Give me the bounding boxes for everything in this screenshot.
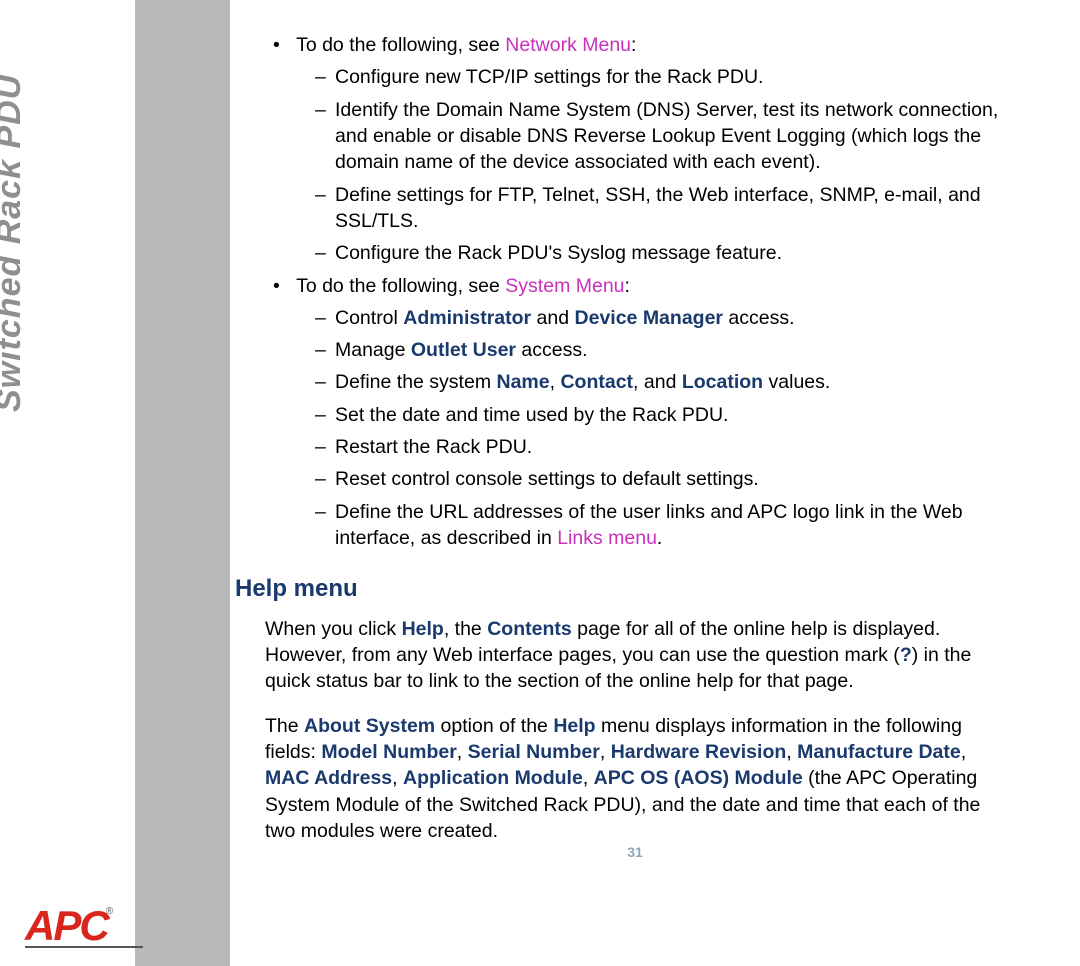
text: access. [723,307,795,329]
text: , and [633,371,682,393]
apc-logo-text: APC [25,902,108,949]
text: Identify the Domain Name System (DNS) Se… [335,99,998,174]
text: Define settings for FTP, Telnet, SSH, th… [335,184,981,232]
list-item: Set the date and time used by the Rack P… [265,402,1005,428]
text: Define the system [335,371,496,393]
apc-logo: APC® [25,902,143,948]
links-menu-link[interactable]: Links menu [557,527,657,549]
bold-term: Help [553,715,595,737]
page-number: 31 [627,843,643,862]
text: option of the [435,715,553,737]
main-list: To do the following, see Network Menu: C… [265,32,1005,551]
bold-term: Contents [487,618,572,640]
bold-term: Contact [560,371,633,393]
text: , [600,741,611,763]
product-subtitle: Switched Rack PDU [0,189,29,527]
text: , [550,371,561,393]
text: and [531,307,574,329]
help-menu-heading: Help menu [235,573,1005,605]
bold-term: Application Module [403,767,583,789]
text: values. [763,371,830,393]
text: Control [335,307,403,329]
page-content: To do the following, see Network Menu: C… [265,32,1005,862]
bold-term: APC OS (AOS) Module [594,767,803,789]
bold-term: Manufacture Date [797,741,961,763]
help-paragraph-1: When you click Help, the Contents page f… [265,616,1005,695]
list-item: Configure the Rack PDU's Syslog message … [265,240,1005,266]
text: Configure new TCP/IP settings for the Ra… [335,66,763,88]
bold-term: Location [682,371,763,393]
text: Configure the Rack PDU's Syslog message … [335,242,782,264]
text: Manage [335,339,411,361]
text: Restart the Rack PDU. [335,436,532,458]
list-item: Define the URL addresses of the user lin… [265,499,1005,552]
text: access. [516,339,588,361]
text: Set the date and time used by the Rack P… [335,404,728,426]
bold-term: Outlet User [411,339,516,361]
product-subtitle-text: Switched Rack PDU [0,74,28,412]
text: , [961,741,966,763]
sidebar: USER'S GUIDE Switched Rack PDU APC® [0,0,230,966]
bold-term: Name [496,371,549,393]
network-sublist: Configure new TCP/IP settings for the Ra… [265,64,1005,266]
text: To do the following, see [296,275,505,297]
text: : [631,34,636,56]
text: The [265,715,304,737]
text: , the [444,618,487,640]
bold-term: Help [402,618,444,640]
list-item: Manage Outlet User access. [265,337,1005,363]
bold-term: About System [304,715,435,737]
text: To do the following, see [296,34,505,56]
text: . [657,527,662,549]
text: , [457,741,468,763]
bold-term: Administrator [403,307,531,329]
registered-mark: ® [106,906,111,917]
bold-term: Model Number [321,741,456,763]
list-item: Identify the Domain Name System (DNS) Se… [265,97,1005,176]
bold-term: ? [900,644,912,666]
list-item: Control Administrator and Device Manager… [265,305,1005,331]
bold-term: MAC Address [265,767,392,789]
list-item-system: To do the following, see System Menu: Co… [265,273,1005,552]
list-item: Configure new TCP/IP settings for the Ra… [265,64,1005,90]
list-item: Define settings for FTP, Telnet, SSH, th… [265,182,1005,235]
system-menu-link[interactable]: System Menu [505,275,624,297]
text: When you click [265,618,402,640]
network-menu-link[interactable]: Network Menu [505,34,631,56]
list-item: Restart the Rack PDU. [265,434,1005,460]
text: , [392,767,403,789]
text: , [583,767,594,789]
bold-term: Serial Number [468,741,600,763]
help-paragraph-2: The About System option of the Help menu… [265,713,1005,845]
bold-term: Device Manager [575,307,724,329]
sidebar-gray-bar [135,0,230,966]
system-sublist: Control Administrator and Device Manager… [265,305,1005,552]
list-item: Define the system Name, Contact, and Loc… [265,369,1005,395]
list-item: Reset control console settings to defaul… [265,466,1005,492]
bold-term: Hardware Revision [611,741,787,763]
text: Reset control console settings to defaul… [335,468,759,490]
text: : [625,275,630,297]
text: , [786,741,797,763]
list-item-network: To do the following, see Network Menu: C… [265,32,1005,267]
